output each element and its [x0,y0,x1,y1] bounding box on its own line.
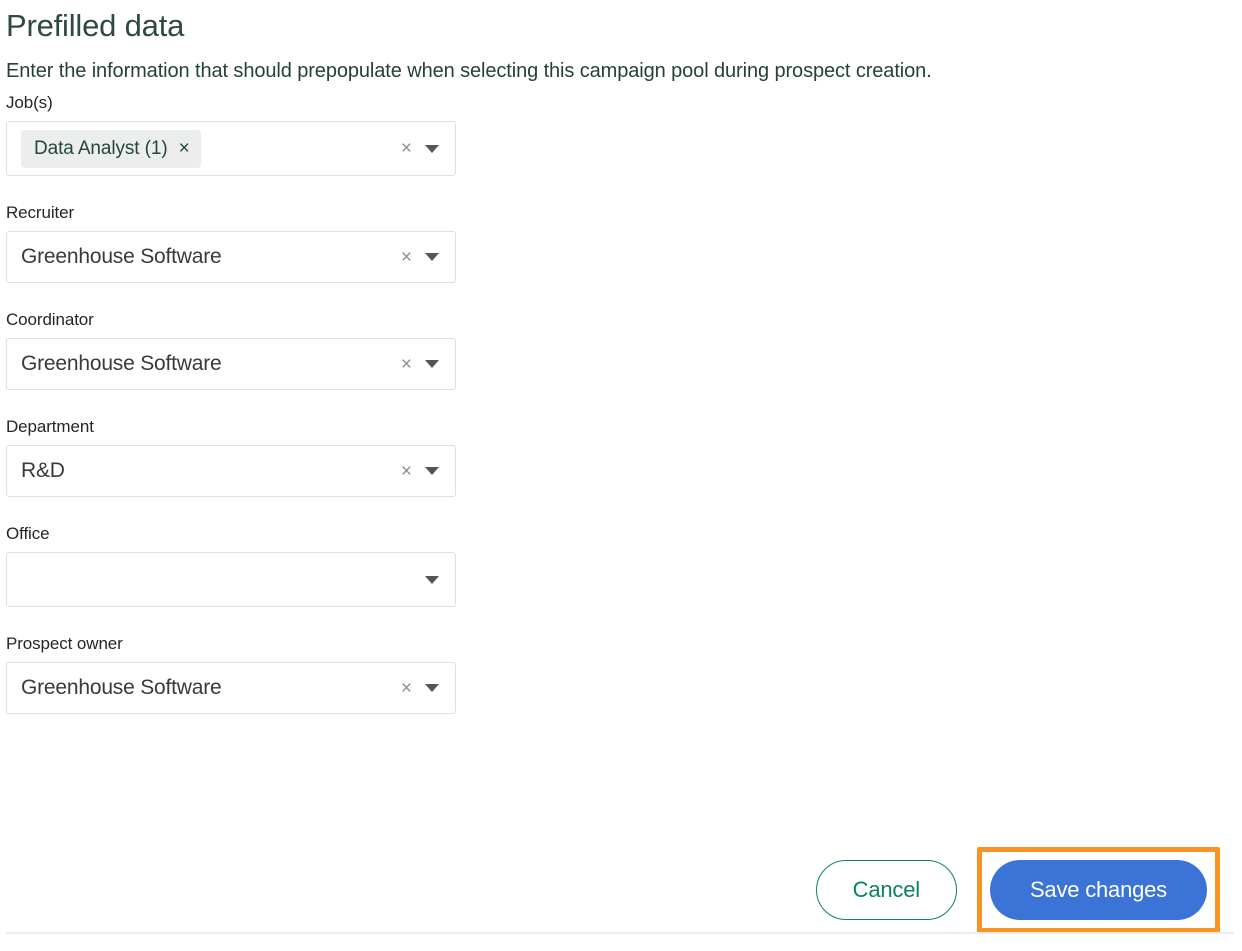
coordinator-control-icons: × [401,355,441,374]
prospect-owner-select[interactable]: Greenhouse Software × [6,662,456,714]
field-group-prospect-owner: Prospect owner Greenhouse Software × [6,633,458,714]
page-title: Prefilled data [6,8,185,43]
clear-icon[interactable]: × [401,355,412,374]
chevron-down-icon[interactable] [425,467,439,475]
office-control-icons [425,575,441,584]
field-group-department: Department R&D × [6,416,458,497]
coordinator-value: Greenhouse Software [21,352,222,375]
clear-icon[interactable]: × [401,248,412,267]
jobs-chip-data-analyst[interactable]: Data Analyst (1) × [21,129,201,168]
prefilled-data-form: Job(s) Data Analyst (1) × × Recruiter Gr… [6,92,458,714]
field-group-coordinator: Coordinator Greenhouse Software × [6,309,458,390]
footer-divider [6,932,1234,934]
chip-remove-icon[interactable]: × [179,139,190,158]
prospect-owner-control-icons: × [401,679,441,698]
page-subtitle: Enter the information that should prepop… [6,60,932,82]
coordinator-select[interactable]: Greenhouse Software × [6,338,456,390]
department-control-icons: × [401,462,441,481]
chevron-down-icon[interactable] [425,253,439,261]
chip-label: Data Analyst (1) [34,137,168,159]
save-changes-button[interactable]: Save changes [989,860,1207,920]
label-coordinator: Coordinator [6,310,94,329]
chevron-down-icon[interactable] [425,360,439,368]
label-recruiter: Recruiter [6,203,75,222]
label-department: Department [6,417,94,436]
jobs-control-icons: × [401,139,441,158]
jobs-select[interactable]: Data Analyst (1) × × [6,121,456,176]
prospect-owner-value: Greenhouse Software [21,676,222,699]
department-value: R&D [21,459,65,482]
prefilled-data-page: Prefilled data Enter the information tha… [0,0,1242,951]
clear-icon[interactable]: × [401,462,412,481]
form-actions: Cancel Save changes [815,847,1220,933]
jobs-chip-list: Data Analyst (1) × [21,129,401,168]
recruiter-value: Greenhouse Software [21,245,222,268]
office-select[interactable] [6,552,456,607]
chevron-down-icon[interactable] [425,684,439,692]
field-group-recruiter: Recruiter Greenhouse Software × [6,202,458,283]
department-select[interactable]: R&D × [6,445,456,497]
field-group-office: Office [6,523,458,607]
chevron-down-icon[interactable] [425,144,439,153]
label-prospect-owner: Prospect owner [6,634,123,653]
recruiter-control-icons: × [401,248,441,267]
recruiter-select[interactable]: Greenhouse Software × [6,231,456,283]
cancel-button[interactable]: Cancel [815,860,957,920]
label-jobs: Job(s) [6,93,53,112]
clear-icon[interactable]: × [401,679,412,698]
clear-icon[interactable]: × [401,139,412,158]
save-button-highlight: Save changes [976,847,1220,933]
chevron-down-icon[interactable] [425,575,439,584]
field-group-jobs: Job(s) Data Analyst (1) × × [6,92,458,176]
label-office: Office [6,524,50,543]
